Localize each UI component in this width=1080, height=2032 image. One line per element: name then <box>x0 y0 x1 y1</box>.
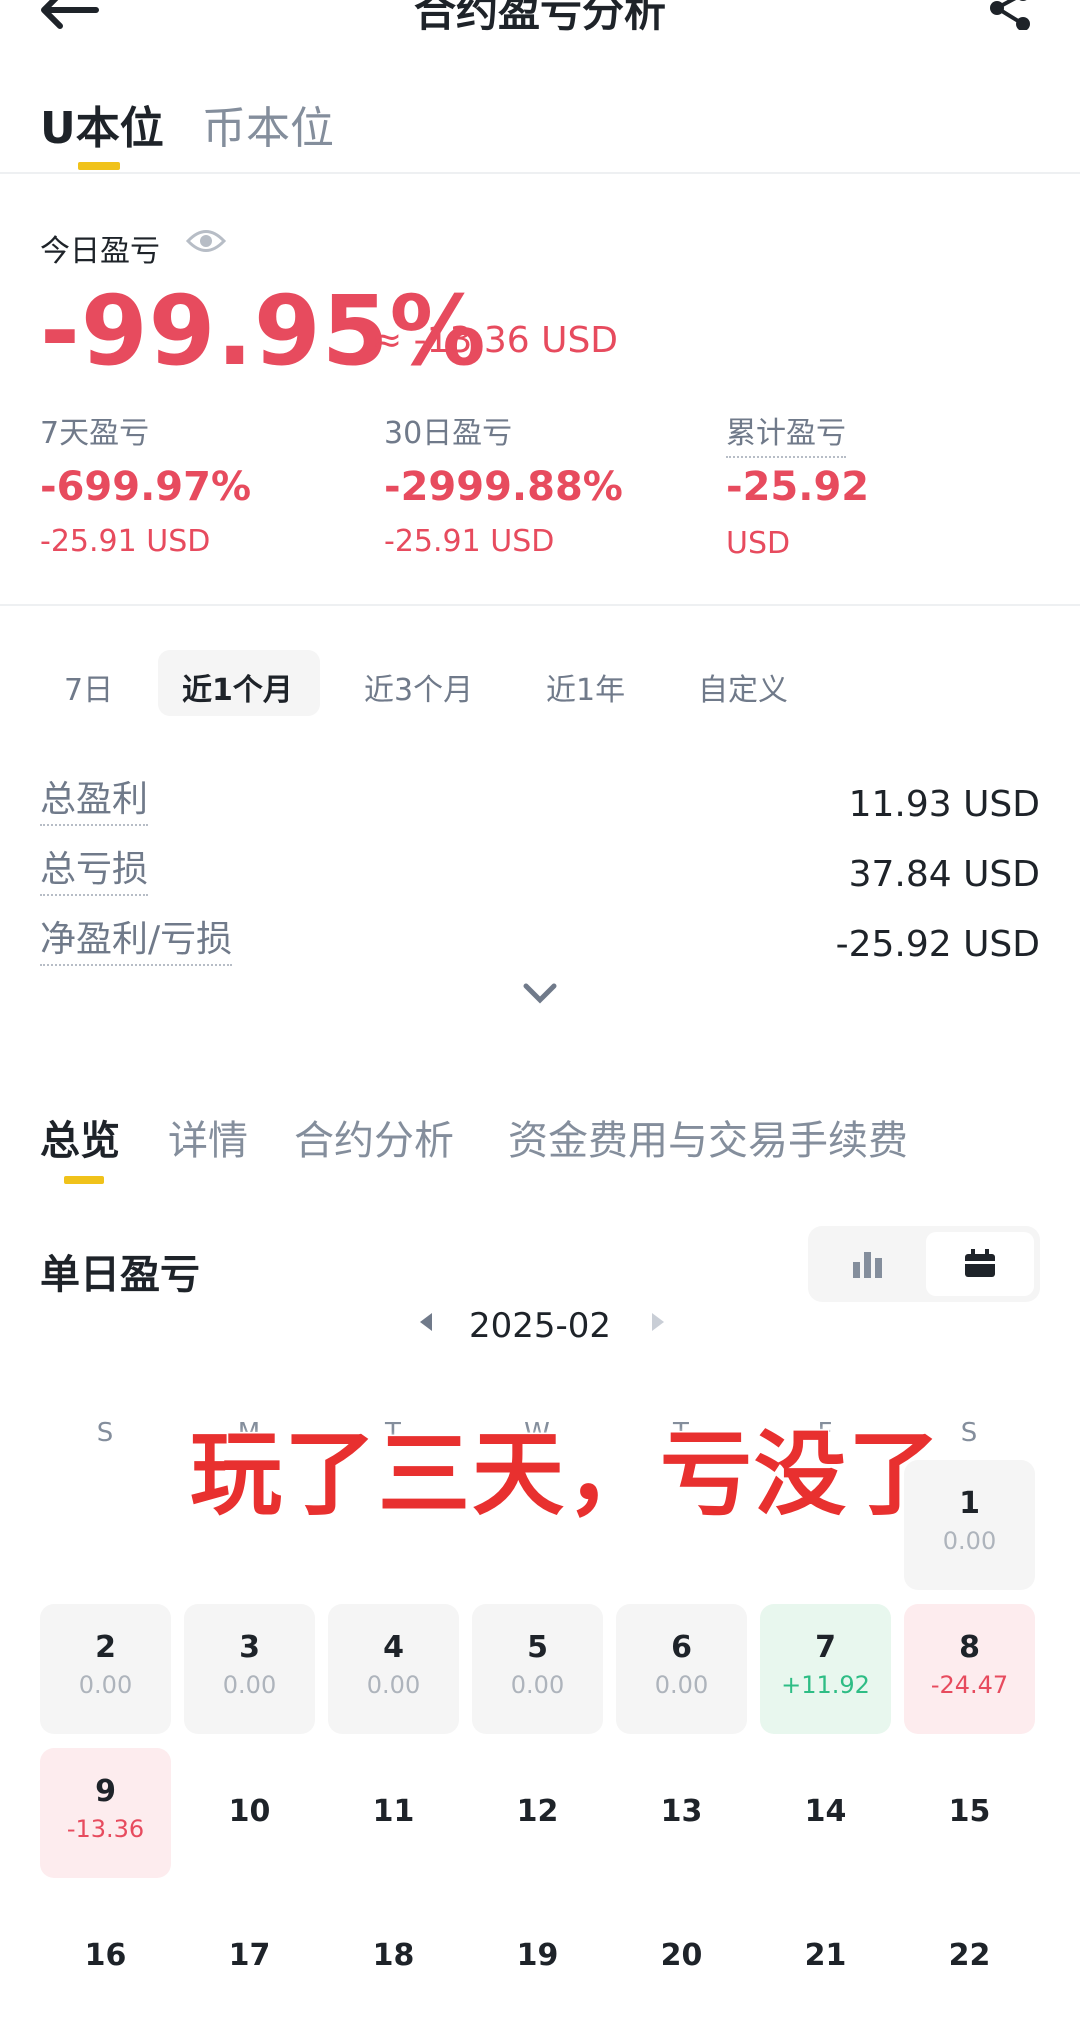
tab-coin-margined[interactable]: 币本位 <box>202 92 334 156</box>
day-pnl-value: 0.00 <box>510 1671 565 1699</box>
eye-icon[interactable] <box>186 226 226 256</box>
day-number: 5 <box>527 1630 548 1665</box>
share-icon[interactable] <box>985 0 1035 30</box>
calendar-day[interactable]: 4 0.00 <box>328 1604 459 1734</box>
stat-7d-usd: -25.91 USD <box>40 524 211 559</box>
day-number: 19 <box>516 1938 559 1973</box>
tab-contract-analysis[interactable]: 合约分析 <box>294 1108 454 1166</box>
range-1y[interactable]: 近1年 <box>546 665 625 709</box>
calendar-day[interactable]: 14 <box>760 1748 891 1878</box>
calendar-day[interactable]: 7 +11.92 <box>760 1604 891 1734</box>
tab-indicator <box>78 162 120 170</box>
range-7d[interactable]: 7日 <box>64 665 113 709</box>
view-toggle <box>808 1226 1040 1302</box>
day-pnl-value: 0.00 <box>366 1671 421 1699</box>
day-number: 9 <box>95 1774 116 1809</box>
calendar-day[interactable]: 8 -24.47 <box>904 1604 1035 1734</box>
stat-30d-label: 30日盈亏 <box>384 416 513 451</box>
day-number: 6 <box>671 1630 692 1665</box>
day-number: 12 <box>516 1794 559 1829</box>
calendar-icon <box>965 1249 995 1277</box>
calendar-view-button[interactable] <box>926 1232 1034 1296</box>
total-loss-label[interactable]: 总亏损 <box>40 840 149 896</box>
calendar-day[interactable]: 19 <box>472 1892 603 2022</box>
calendar-day[interactable]: 15 <box>904 1748 1035 1878</box>
day-number: 16 <box>84 1938 127 1973</box>
stat-total-label[interactable]: 累计盈亏 <box>726 408 846 458</box>
stat-7d-label: 7天盈亏 <box>40 416 150 451</box>
daily-pnl-title: 单日盈亏 <box>40 1252 200 1298</box>
total-loss-value: 37.84 USD <box>848 854 1040 895</box>
today-pnl-label: 今日盈亏 <box>40 234 160 269</box>
tab-details[interactable]: 详情 <box>168 1108 248 1166</box>
tab-u-margined[interactable]: U本位 <box>40 92 164 156</box>
total-profit-label[interactable]: 总盈利 <box>40 770 149 826</box>
day-number: 22 <box>948 1938 991 1973</box>
calendar-day[interactable]: 2 0.00 <box>40 1604 171 1734</box>
divider <box>0 604 1080 606</box>
day-pnl-value: 0.00 <box>78 1671 133 1699</box>
day-number: 14 <box>804 1794 847 1829</box>
day-pnl-value: -13.36 <box>66 1815 145 1843</box>
day-number: 2 <box>95 1630 116 1665</box>
weekday-sun: S <box>96 1418 114 1448</box>
calendar-day[interactable]: 18 <box>328 1892 459 2022</box>
month-label: 2025-02 <box>468 1306 612 1346</box>
calendar-day[interactable]: 21 <box>760 1892 891 2022</box>
today-pnl-usd: ≈ -13.36 USD <box>372 320 619 361</box>
day-number: 4 <box>383 1630 404 1665</box>
day-number: 3 <box>239 1630 260 1665</box>
next-month-icon[interactable] <box>652 1313 664 1331</box>
stat-7d-percent: -699.97% <box>40 464 252 510</box>
calendar-day[interactable]: 13 <box>616 1748 747 1878</box>
day-number: 11 <box>372 1794 415 1829</box>
stat-30d-percent: -2999.88% <box>384 464 623 510</box>
stat-30d-usd: -25.91 USD <box>384 524 555 559</box>
calendar-day[interactable]: 10 <box>184 1748 315 1878</box>
calendar-day[interactable]: 11 <box>328 1748 459 1878</box>
calendar-day[interactable]: 5 0.00 <box>472 1604 603 1734</box>
day-number: 20 <box>660 1938 703 1973</box>
range-3m[interactable]: 近3个月 <box>364 665 473 709</box>
page-title: 合约盈亏分析 <box>413 0 666 36</box>
calendar-day[interactable]: 9 -13.36 <box>40 1748 171 1878</box>
divider <box>0 172 1080 174</box>
day-number: 7 <box>815 1630 836 1665</box>
day-pnl-value: 0.00 <box>654 1671 709 1699</box>
day-number: 15 <box>948 1794 991 1829</box>
day-number: 13 <box>660 1794 703 1829</box>
day-pnl-value: +11.92 <box>781 1671 870 1699</box>
day-pnl-value: -24.47 <box>930 1671 1009 1699</box>
day-number: 8 <box>959 1630 980 1665</box>
tab-indicator <box>64 1176 104 1184</box>
tab-overview[interactable]: 总览 <box>40 1108 120 1166</box>
day-number: 17 <box>228 1938 271 1973</box>
calendar-day[interactable]: 3 0.00 <box>184 1604 315 1734</box>
calendar-day[interactable]: 20 <box>616 1892 747 2022</box>
calendar-day[interactable]: 17 <box>184 1892 315 2022</box>
total-profit-value: 11.93 USD <box>848 784 1040 825</box>
net-pnl-value: -25.92 USD <box>835 924 1040 965</box>
calendar-day[interactable]: 22 <box>904 1892 1035 2022</box>
chevron-down-icon[interactable] <box>520 980 560 1006</box>
day-number: 18 <box>372 1938 415 1973</box>
calendar-day[interactable]: 6 0.00 <box>616 1604 747 1734</box>
stat-total-value: -25.92 <box>726 464 870 510</box>
calendar-day[interactable]: 16 <box>40 1892 171 2022</box>
tab-funding-fees[interactable]: 资金费用与交易手续费 <box>508 1108 908 1166</box>
day-number: 10 <box>228 1794 271 1829</box>
range-custom[interactable]: 自定义 <box>698 665 788 709</box>
day-number: 21 <box>804 1938 847 1973</box>
bar-chart-icon <box>853 1252 882 1278</box>
net-pnl-label[interactable]: 净盈利/亏损 <box>40 910 233 966</box>
calendar-day[interactable]: 12 <box>472 1748 603 1878</box>
stat-total-unit: USD <box>726 526 791 561</box>
chart-view-button[interactable] <box>814 1232 922 1296</box>
overlay-caption: 玩了三天，亏没了 <box>188 1420 943 1530</box>
range-1m[interactable]: 近1个月 <box>182 665 293 709</box>
day-pnl-value: 0.00 <box>222 1671 277 1699</box>
